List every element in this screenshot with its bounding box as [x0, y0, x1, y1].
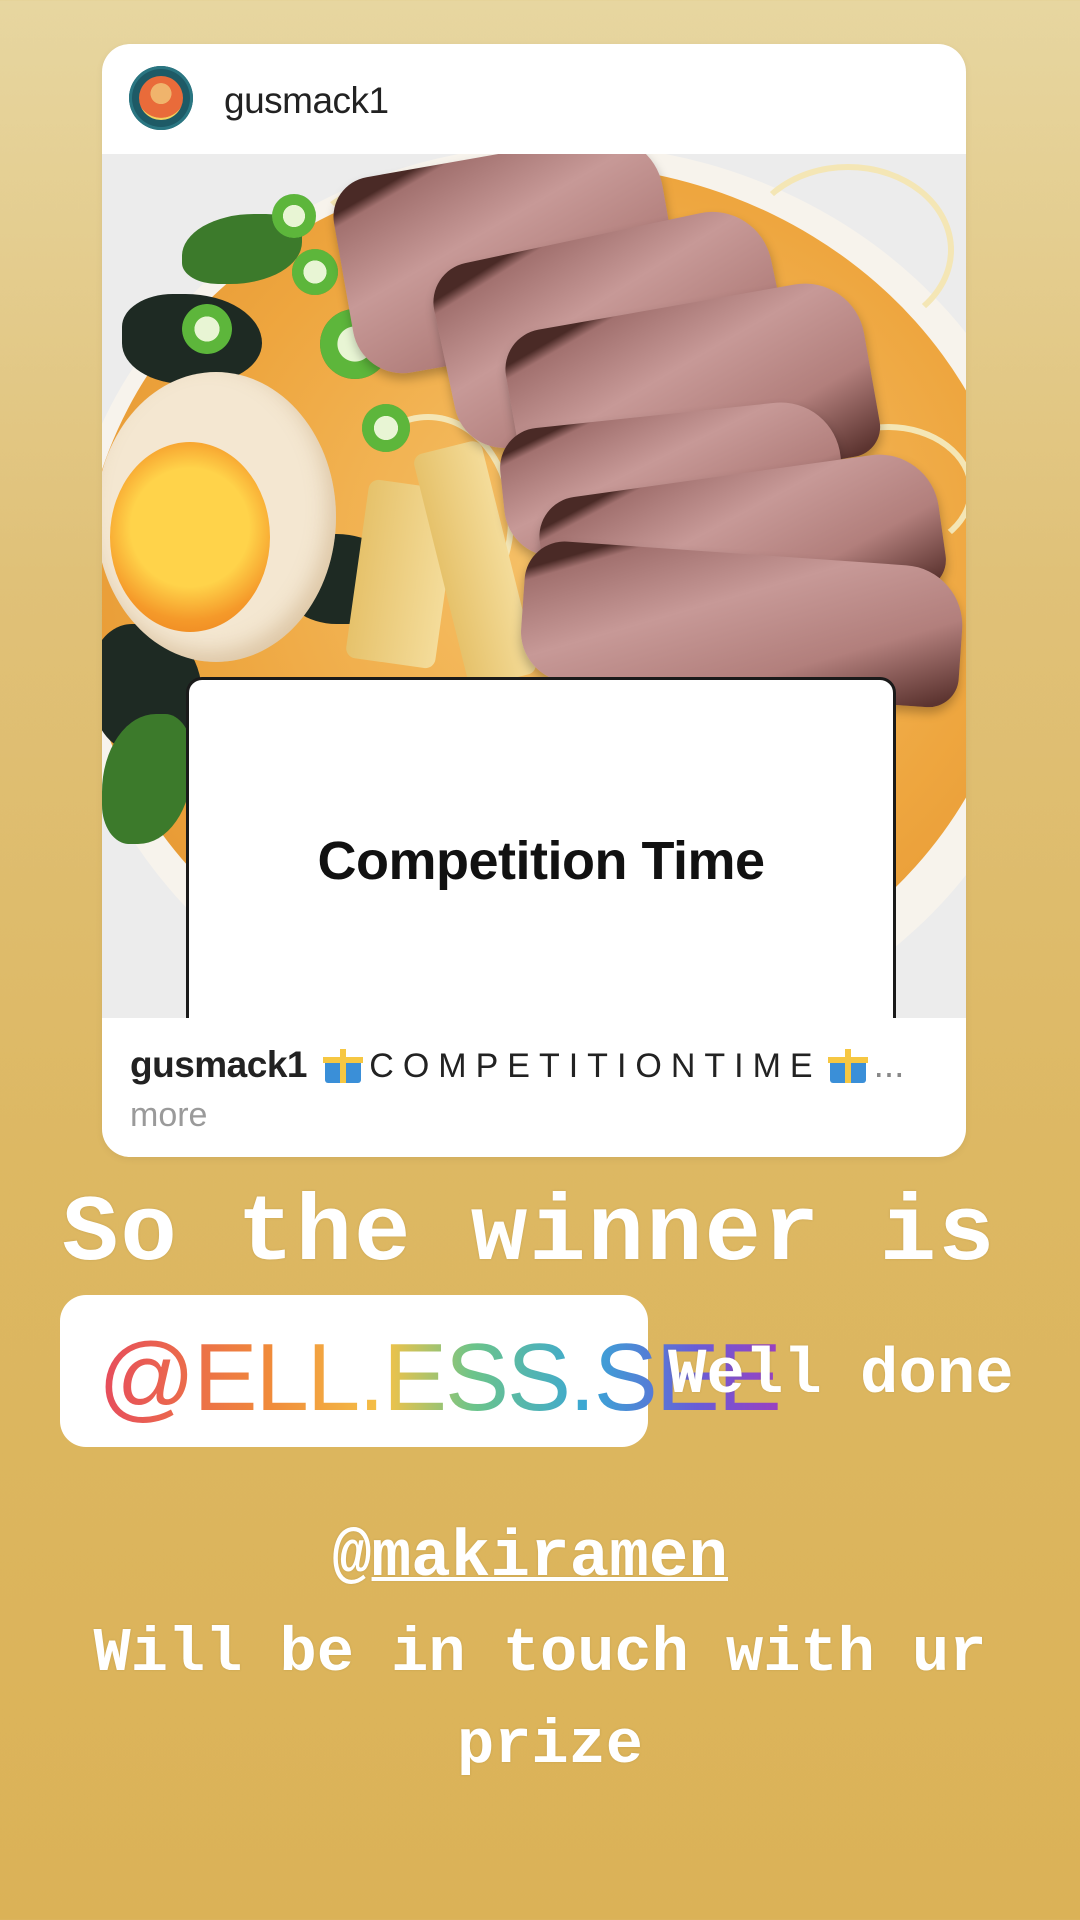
prize-text-line-1: Will be in touch with ur: [93, 1618, 987, 1689]
caption-ellipsis: ...: [873, 1044, 905, 1085]
prize-text-line-2: prize: [456, 1710, 644, 1781]
scallion: [182, 304, 232, 354]
scallion: [272, 194, 316, 238]
egg-yolk: [110, 442, 270, 632]
caption-text: COMPETITIONTIME: [369, 1047, 822, 1085]
sponsor-at-sign: @: [331, 1520, 372, 1595]
scallion: [362, 404, 410, 452]
post-header: gusmack1: [102, 44, 966, 154]
speech-bubble-sticker: Competition Time: [186, 677, 896, 1018]
post-author[interactable]: gusmack1: [224, 80, 389, 122]
headline-text: So the winner is: [62, 1182, 997, 1288]
shared-post-card[interactable]: gusmack1 Competition Time gusmack1 COMPE…: [102, 44, 966, 1157]
avatar-image: [139, 76, 183, 120]
winner-mention-sticker[interactable]: @ELL.ESS.SEE: [60, 1295, 782, 1447]
sponsor-name[interactable]: makiramen: [372, 1520, 728, 1595]
gift-icon: [827, 1045, 868, 1083]
post-caption: gusmack1 COMPETITIONTIME...: [130, 1044, 950, 1086]
post-photo[interactable]: Competition Time: [102, 154, 966, 1018]
avatar[interactable]: [129, 66, 193, 130]
more-link[interactable]: more: [130, 1096, 207, 1135]
ramen-egg: [102, 372, 336, 662]
sticker-text: Competition Time: [317, 831, 765, 891]
congrats-text: Well done: [668, 1340, 1014, 1412]
scallion: [292, 249, 338, 295]
sponsor-mention[interactable]: @makiramen: [0, 1520, 1060, 1595]
caption-username[interactable]: gusmack1: [130, 1044, 308, 1085]
gift-icon: [323, 1045, 364, 1083]
